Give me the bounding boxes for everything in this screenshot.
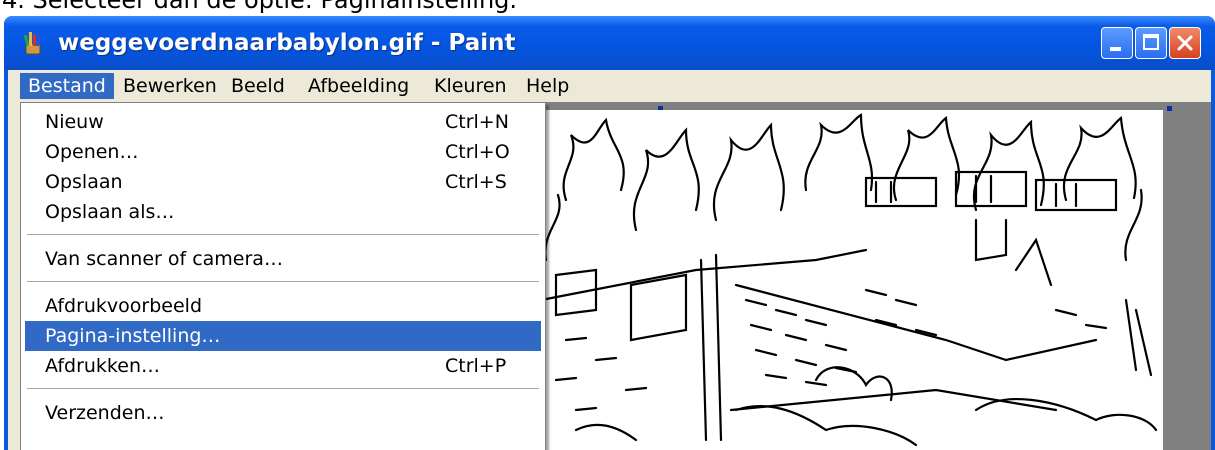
menu-item-label: Afdrukvoorbeeld [45, 295, 203, 317]
menu-item-van-scanner[interactable]: Van scanner of camera… [25, 244, 541, 274]
instruction-caption: 4. Selecteer dan de optie: Paginainstell… [2, 0, 518, 14]
menu-bewerken[interactable]: Bewerken [115, 73, 225, 99]
menu-afbeelding[interactable]: Afbeelding [300, 73, 417, 99]
menu-item-afdrukken[interactable]: Afdrukken… Ctrl+P [25, 351, 541, 381]
menu-help[interactable]: Help [518, 73, 577, 99]
maximize-icon [1143, 34, 1159, 50]
menu-item-openen[interactable]: Openen… Ctrl+O [25, 137, 541, 167]
menu-separator [27, 234, 539, 236]
menu-item-opslaan-als[interactable]: Opslaan als… [25, 197, 541, 227]
menu-item-shortcut: Ctrl+P [445, 355, 507, 377]
menu-item-afdrukvoorbeeld[interactable]: Afdrukvoorbeeld [25, 291, 541, 321]
file-menu-dropdown: Nieuw Ctrl+N Openen… Ctrl+O Opslaan Ctrl… [20, 102, 546, 450]
menu-item-shortcut: Ctrl+N [445, 111, 509, 133]
menu-item-nieuw[interactable]: Nieuw Ctrl+N [25, 107, 541, 137]
menu-item-label: Openen… [45, 141, 139, 163]
menu-separator [27, 281, 539, 283]
menu-item-label: Pagina-instelling… [45, 325, 221, 347]
menu-item-opslaan[interactable]: Opslaan Ctrl+S [25, 167, 541, 197]
paint-window: weggevoerdnaarbabylon.gif - Paint Bestan… [4, 16, 1215, 450]
menu-item-label: Afdrukken… [45, 355, 160, 377]
line-drawing-image [539, 113, 1158, 447]
menu-separator [27, 388, 539, 390]
title-bar[interactable]: weggevoerdnaarbabylon.gif - Paint [4, 16, 1215, 70]
canvas-workspace [528, 102, 1211, 450]
menu-item-shortcut: Ctrl+O [445, 141, 510, 163]
menu-bar: Bestand Bewerken Beeld Afbeelding Kleure… [8, 70, 1211, 102]
menu-item-label: Nieuw [45, 111, 104, 133]
menu-beeld[interactable]: Beeld [223, 73, 293, 99]
minimize-button[interactable] [1101, 27, 1133, 59]
menu-item-label: Opslaan [45, 171, 123, 193]
resize-handle[interactable] [1167, 106, 1172, 111]
menu-item-label: Van scanner of camera… [45, 248, 283, 270]
minimize-icon [1110, 47, 1121, 51]
client-area: Bestand Bewerken Beeld Afbeelding Kleure… [8, 70, 1211, 450]
menu-bestand[interactable]: Bestand [20, 73, 114, 99]
close-icon [1177, 35, 1193, 51]
menu-item-label: Verzenden… [45, 402, 165, 424]
menu-kleuren[interactable]: Kleuren [426, 73, 515, 99]
menu-item-pagina-instelling[interactable]: Pagina-instelling… [25, 321, 541, 351]
paint-icon [23, 32, 42, 55]
close-button[interactable] [1169, 27, 1201, 59]
window-title: weggevoerdnaarbabylon.gif - Paint [58, 30, 516, 56]
maximize-button[interactable] [1135, 27, 1167, 59]
drawing-canvas[interactable] [536, 110, 1163, 450]
menu-item-shortcut: Ctrl+S [445, 171, 507, 193]
menu-item-verzenden[interactable]: Verzenden… [25, 398, 541, 428]
menu-item-label: Opslaan als… [45, 201, 175, 223]
